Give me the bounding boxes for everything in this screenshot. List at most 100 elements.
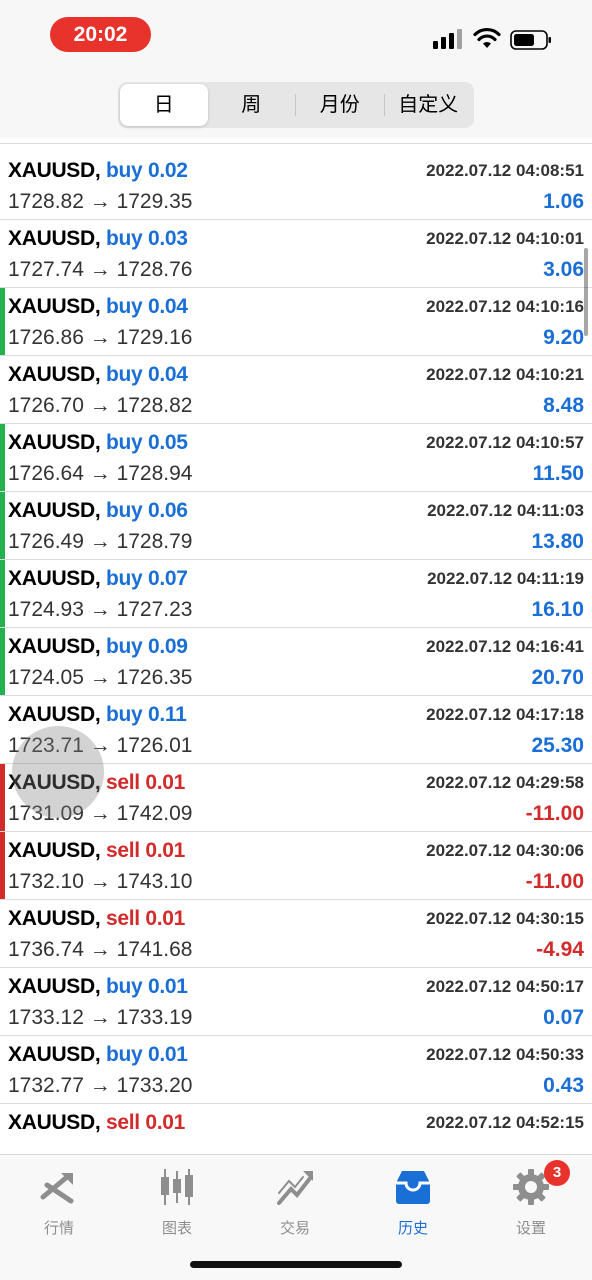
trade-side: sell 0.01 <box>105 771 186 794</box>
symbol-text: XAUUSD, <box>8 499 101 522</box>
trade-side: sell 0.01 <box>105 907 186 930</box>
status-time: 20:02 <box>50 17 151 52</box>
symbol-text: XAUUSD, <box>8 839 101 862</box>
trade-profit: 16.10 <box>531 598 584 621</box>
trade-datetime: 2022.07.12 04:10:16 <box>426 297 584 316</box>
result-bar <box>0 900 5 967</box>
trade-row[interactable]: XAUUSD, buy 0.01 1733.12 → 1733.19 2022.07… <box>0 968 592 1036</box>
trade-datetime: 2022.07.12 04:10:01 <box>426 229 584 248</box>
symbol-label: XAUUSD, buy 0.03 <box>8 227 188 251</box>
price-range: 1732.77 → 1733.20 <box>8 1074 193 1097</box>
price-range: 1732.10 → 1743.10 <box>8 870 193 893</box>
price-range: 1726.70 → 1728.82 <box>8 394 193 417</box>
price-range: 1726.64 → 1728.94 <box>8 462 193 485</box>
tab-quotes[interactable]: 行情 <box>0 1163 118 1237</box>
trade-row[interactable]: XAUUSD, sell 0.01 1732.10 → 1743.10 2022.0… <box>0 832 592 900</box>
price-range: 1724.05 → 1726.35 <box>8 666 193 689</box>
trade-profit: 0.07 <box>543 1006 584 1029</box>
trade-datetime: 2022.07.12 04:30:06 <box>426 841 584 860</box>
price-range: 1724.93 → 1727.23 <box>8 598 193 621</box>
trade-side: buy 0.01 <box>105 1043 188 1066</box>
trade-datetime: 2022.07.12 04:17:18 <box>426 705 584 724</box>
price-range: 1726.49 → 1728.79 <box>8 530 193 553</box>
result-bar <box>0 628 5 695</box>
trade-row[interactable]: XAUUSD, buy 0.03 1727.74 → 1728.76 2022.07… <box>0 220 592 288</box>
symbol-label: XAUUSD, buy 0.06 <box>8 499 188 523</box>
trade-profit: -4.94 <box>536 938 584 961</box>
trade-side: sell 0.01 <box>105 839 186 862</box>
trade-profit: 20.70 <box>531 666 584 689</box>
symbol-text: XAUUSD, <box>8 703 101 726</box>
trade-row[interactable]: XAUUSD, buy 0.01 1732.77 → 1733.20 2022.07… <box>0 1036 592 1104</box>
tab-trade[interactable]: 交易 <box>236 1163 354 1237</box>
result-bar <box>0 1104 5 1154</box>
tab-history[interactable]: 历史 <box>354 1163 472 1237</box>
result-bar <box>0 764 5 831</box>
result-bar <box>0 696 5 763</box>
trade-row[interactable]: XAUUSD, buy 0.06 1726.49 → 1728.79 2022.07… <box>0 492 592 560</box>
trade-row[interactable]: XAUUSD, buy 0.09 1724.05 → 1726.35 2022.07… <box>0 628 592 696</box>
trade-side: buy 0.07 <box>105 567 188 590</box>
trade-profit: 13.80 <box>531 530 584 553</box>
price-range: 1728.82 → 1729.35 <box>8 190 193 213</box>
trade-row[interactable]: XAUUSD, buy 0.05 1726.64 → 1728.94 2022.07… <box>0 424 592 492</box>
trade-row[interactable]: XAUUSD, sell 0.01 2022.07.12 04:52:15 <box>0 1104 592 1154</box>
symbol-text: XAUUSD, <box>8 227 101 250</box>
symbol-text: XAUUSD, <box>8 295 101 318</box>
settings-badge: 3 <box>544 1160 570 1186</box>
tab-chart[interactable]: 图表 <box>118 1163 236 1237</box>
result-bar <box>0 220 5 287</box>
symbol-text: XAUUSD, <box>8 159 101 182</box>
trade-row[interactable]: XAUUSD, sell 0.01 1736.74 → 1741.68 2022.0… <box>0 900 592 968</box>
result-bar <box>0 492 5 559</box>
trade-icon <box>277 1171 313 1205</box>
symbol-label: XAUUSD, buy 0.07 <box>8 567 188 591</box>
result-bar <box>0 968 5 1035</box>
symbol-text: XAUUSD, <box>8 907 101 930</box>
trade-history-list[interactable]: XAUUSD, buy 0.02 1728.82 → 1729.35 2022.07… <box>0 138 592 1154</box>
result-bar <box>0 152 5 219</box>
segment-custom[interactable]: 自定义 <box>385 84 473 126</box>
segment-week[interactable]: 周 <box>208 84 296 126</box>
trade-profit: 8.48 <box>543 394 584 417</box>
trade-profit: -11.00 <box>525 802 584 825</box>
symbol-label: XAUUSD, buy 0.09 <box>8 635 188 659</box>
trade-row[interactable]: XAUUSD, buy 0.07 1724.93 → 1727.23 2022.07… <box>0 560 592 628</box>
symbol-label: XAUUSD, buy 0.04 <box>8 363 188 387</box>
tab-label: 交易 <box>279 1220 310 1237</box>
period-segmented-control: 日 周 月份 自定义 <box>118 82 474 128</box>
trade-datetime: 2022.07.12 04:10:57 <box>426 433 584 452</box>
trade-side: buy 0.03 <box>105 227 188 250</box>
trade-side: buy 0.11 <box>105 703 187 726</box>
result-bar <box>0 424 5 491</box>
trade-side: buy 0.04 <box>105 363 188 386</box>
scrollbar[interactable] <box>584 248 588 336</box>
trade-profit: 3.06 <box>543 258 584 281</box>
tab-label: 图表 <box>161 1220 192 1237</box>
trade-side: buy 0.01 <box>105 975 188 998</box>
segment-day[interactable]: 日 <box>120 84 208 126</box>
symbol-label: XAUUSD, buy 0.04 <box>8 295 188 319</box>
trade-datetime: 2022.07.12 04:08:51 <box>426 161 584 180</box>
trade-side: sell 0.01 <box>105 1111 186 1134</box>
symbol-label: XAUUSD, sell 0.01 <box>8 1111 185 1135</box>
trade-side: buy 0.09 <box>105 635 188 658</box>
trade-row[interactable]: XAUUSD, buy 0.04 1726.70 → 1728.82 2022.07… <box>0 356 592 424</box>
home-indicator[interactable] <box>190 1261 402 1268</box>
symbol-text: XAUUSD, <box>8 431 101 454</box>
trade-profit: 25.30 <box>531 734 584 757</box>
chart-icon <box>161 1169 193 1205</box>
trade-row[interactable]: XAUUSD, buy 0.04 1726.86 → 1729.16 2022.07… <box>0 288 592 356</box>
segment-month[interactable]: 月份 <box>296 84 384 126</box>
symbol-text: XAUUSD, <box>8 363 101 386</box>
symbol-text: XAUUSD, <box>8 567 101 590</box>
trade-datetime: 2022.07.12 04:29:58 <box>426 773 584 792</box>
tab-settings[interactable]: 设置 <box>472 1163 590 1237</box>
trade-row[interactable]: XAUUSD, buy 0.02 1728.82 → 1729.35 2022.07… <box>0 152 592 220</box>
symbol-label: XAUUSD, sell 0.01 <box>8 839 185 863</box>
price-range: 1736.74 → 1741.68 <box>8 938 193 961</box>
trade-profit: 9.20 <box>543 326 584 349</box>
trade-profit: 1.06 <box>543 190 584 213</box>
result-bar <box>0 356 5 423</box>
trade-side: buy 0.05 <box>105 431 188 454</box>
